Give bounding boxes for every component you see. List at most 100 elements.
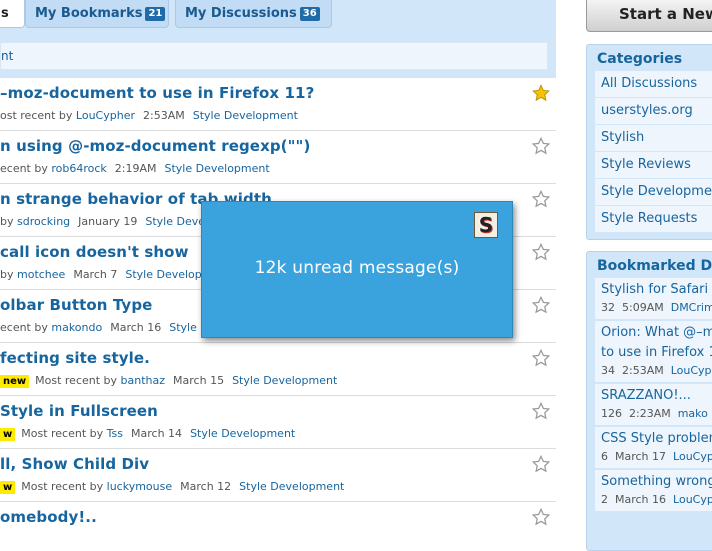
bm-count: 2 [601, 493, 608, 506]
discussion-title[interactable]: –moz-document to use in Firefox 11? [0, 84, 314, 102]
new-badge: w [0, 481, 16, 494]
bm-time: 5:09AM [622, 301, 664, 314]
author-link[interactable]: LouCypher [76, 109, 135, 122]
bookmarked-meta: 126 2:23AM mako [601, 406, 712, 422]
discussion-title[interactable]: ll, Show Child Div [0, 455, 149, 473]
bookmarked-title[interactable]: Stylish for Safari [601, 280, 712, 300]
category-link[interactable]: Style Development [190, 427, 295, 440]
notification-popup[interactable]: S 12k unread message(s) [201, 201, 513, 338]
tab-my-discussions[interactable]: My Discussions 36 [175, 0, 332, 28]
discussion-row[interactable]: ll, Show Child Div w Most recent by lucky… [0, 449, 556, 502]
discussion-row[interactable]: n using @-moz-document regexp("") ecent … [0, 131, 556, 184]
category-link[interactable]: Style Development [232, 374, 337, 387]
category-link[interactable]: Style Development [165, 162, 270, 175]
bookmark-star-icon[interactable] [532, 508, 550, 526]
bm-author[interactable]: mako [678, 407, 708, 420]
meta-time: March 7 [73, 268, 118, 281]
author-link[interactable]: Tss [107, 427, 123, 440]
tab-count: 36 [299, 7, 320, 21]
bm-author[interactable]: LouCyp [673, 493, 712, 506]
categories-panel: Categories All Discussions userstyles.or… [586, 44, 712, 240]
meta-prefix: ecent by [0, 162, 48, 175]
bookmarked-meta: 34 2:53AM LouCyp [601, 363, 712, 379]
discussion-row[interactable]: omebody!.. [0, 502, 556, 537]
discussion-title[interactable]: fecting site style. [0, 349, 150, 367]
meta-prefix: Most recent by [21, 427, 104, 440]
author-link[interactable]: makondo [51, 321, 102, 334]
bm-time: 2:53AM [622, 364, 664, 377]
bookmarked-item[interactable]: Stylish for Safari 32 5:09AM DMCrim [595, 278, 712, 319]
bm-count: 34 [601, 364, 615, 377]
bookmark-star-icon[interactable] [532, 137, 550, 155]
category-item[interactable]: Style Development [595, 179, 712, 205]
category-link[interactable]: Style Development [193, 109, 298, 122]
meta-time: March 14 [131, 427, 183, 440]
category-link[interactable]: Style Development [239, 480, 344, 493]
bookmark-star-icon[interactable] [532, 455, 550, 473]
discussion-title[interactable]: n using @-moz-document regexp("") [0, 137, 310, 155]
author-link[interactable]: sdrocking [17, 215, 70, 228]
tab-all-discussions[interactable]: s [0, 0, 25, 28]
bm-count: 6 [601, 450, 608, 463]
discussion-meta: by motchee March 7 Style Development [0, 268, 231, 281]
discussion-meta: ost recent by LouCypher 2:53AM Style Devel… [0, 109, 298, 122]
category-item[interactable]: Stylish [595, 125, 712, 151]
bookmark-star-icon[interactable] [532, 243, 550, 261]
bookmarked-title[interactable]: Orion: What @–mo [601, 323, 712, 343]
tabs-bar: s My Bookmarks 21 My Discussions 36 nt [0, 0, 556, 78]
new-badge: new [0, 375, 30, 388]
bookmarked-title[interactable]: SRAZZANO!... [601, 386, 712, 406]
bookmarked-item[interactable]: CSS Style problem 6 March 17 LouCyp [595, 427, 712, 468]
discussion-title[interactable]: call icon doesn't show [0, 243, 189, 261]
bookmarked-heading: Bookmarked Disc [597, 258, 712, 274]
bm-author[interactable]: LouCyp [673, 450, 712, 463]
tab-my-bookmarks[interactable]: My Bookmarks 21 [25, 0, 169, 28]
bm-author[interactable]: DMCrim [671, 301, 712, 314]
discussion-title[interactable]: Style in Fullscreen [0, 402, 158, 420]
bookmarked-item[interactable]: SRAZZANO!... 126 2:23AM mako [595, 384, 712, 425]
category-item[interactable]: Style Reviews [595, 152, 712, 178]
bm-author[interactable]: LouCyp [671, 364, 712, 377]
bm-time: 2:23AM [629, 407, 671, 420]
filter-strip[interactable]: nt [0, 42, 548, 70]
meta-prefix: ost recent by [0, 109, 73, 122]
meta-prefix: Most recent by [21, 480, 104, 493]
discussion-title[interactable]: olbar Button Type [0, 296, 152, 314]
notification-message: 12k unread message(s) [254, 258, 460, 278]
meta-time: March 12 [180, 480, 232, 493]
author-link[interactable]: rob64rock [51, 162, 106, 175]
meta-prefix: by [0, 215, 14, 228]
bookmark-star-icon[interactable] [532, 84, 550, 102]
discussion-row[interactable]: –moz-document to use in Firefox 11? ost … [0, 78, 556, 131]
bookmarked-title[interactable]: CSS Style problem [601, 429, 712, 449]
meta-time: March 15 [173, 374, 225, 387]
bookmark-star-icon[interactable] [532, 402, 550, 420]
meta-time: January 19 [78, 215, 138, 228]
author-link[interactable]: banthaz [121, 374, 166, 387]
category-item[interactable]: userstyles.org [595, 98, 712, 124]
bookmarked-item[interactable]: Something wrong 2 March 16 LouCyp [595, 470, 712, 511]
author-link[interactable]: luckymouse [107, 480, 172, 493]
stylish-logo-icon: S [474, 212, 498, 238]
bookmark-star-icon[interactable] [532, 190, 550, 208]
category-item[interactable]: Style Requests [595, 206, 712, 232]
bookmark-star-icon[interactable] [532, 349, 550, 367]
start-new-discussion-button[interactable]: Start a New [586, 0, 712, 32]
bookmarked-title-line2[interactable]: to use in Firefox 1 [601, 343, 712, 363]
filter-strip-text: nt [1, 49, 14, 63]
bm-time: March 17 [615, 450, 667, 463]
bookmarked-item[interactable]: Orion: What @–mo to use in Firefox 1 34 … [595, 321, 712, 382]
meta-time: March 16 [110, 321, 162, 334]
discussion-meta: w Most recent by luckymouse March 12 Style … [0, 480, 344, 494]
bookmarked-title[interactable]: Something wrong [601, 472, 712, 492]
category-item[interactable]: All Discussions [595, 71, 712, 97]
discussion-meta: new Most recent by banthaz March 15 Style D… [0, 374, 337, 388]
discussion-row[interactable]: Style in Fullscreen w Most recent by Tss M… [0, 396, 556, 449]
discussion-row[interactable]: fecting site style. new Most recent by ba… [0, 343, 556, 396]
tab-label: My Discussions [185, 6, 297, 21]
tab-label: My Bookmarks [35, 6, 143, 21]
tab-count: 21 [145, 7, 166, 21]
author-link[interactable]: motchee [17, 268, 65, 281]
discussion-title[interactable]: omebody!.. [0, 508, 97, 526]
bookmark-star-icon[interactable] [532, 296, 550, 314]
